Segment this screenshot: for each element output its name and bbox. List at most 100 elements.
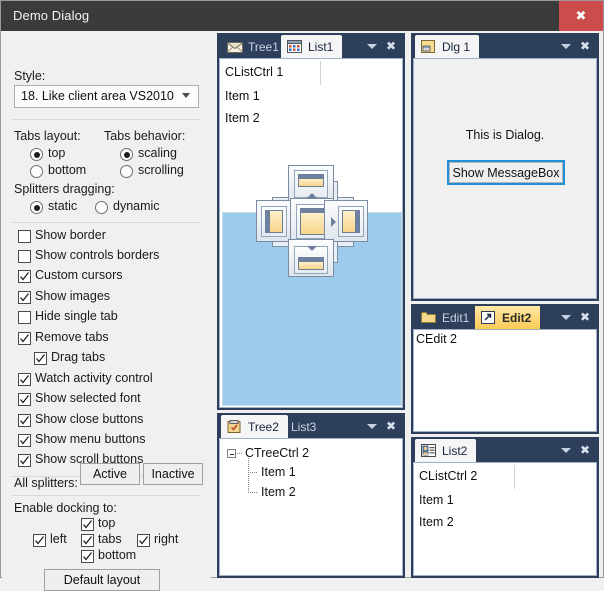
tab-strip-buttons: ✖ — [561, 309, 590, 325]
chevron-down-icon[interactable] — [561, 445, 571, 455]
tree-child-label[interactable]: Item 2 — [261, 485, 296, 499]
checkbox-show-controls-borders[interactable] — [18, 250, 31, 263]
divider — [12, 119, 201, 120]
panel-body-tree2: CTreeCtrl 2 Item 1 Item 2 — [219, 438, 403, 576]
radio-label-static: static — [48, 199, 78, 213]
checkbox-label-hide-single-tab: Hide single tab — [35, 309, 118, 323]
checkbox-dock-tabs[interactable] — [81, 534, 94, 547]
checkbox-watch-activity-control[interactable] — [18, 373, 31, 386]
close-icon[interactable]: ✖ — [580, 444, 590, 456]
checkbox-show-menu-buttons[interactable] — [18, 434, 31, 447]
style-label: Style: — [14, 69, 46, 83]
inactive-button[interactable]: Inactive — [143, 463, 203, 485]
checkbox-dock-top[interactable] — [81, 518, 94, 531]
dialog-text: This is Dialog. — [465, 128, 545, 142]
checkbox-show-scroll-buttons[interactable] — [18, 454, 31, 467]
demo-dialog-window: Demo Dialog ✖ Style: 18. Like client are… — [0, 0, 604, 591]
tab-tree1[interactable]: Tree1 — [221, 35, 288, 58]
tree-child-label[interactable]: Item 1 — [261, 465, 296, 479]
chevron-down-icon[interactable] — [367, 41, 377, 51]
tab-list3[interactable]: List3 — [285, 415, 325, 438]
tab-dlg1[interactable]: Dlg 1 — [415, 35, 480, 58]
tab-list2[interactable]: List2 — [415, 439, 477, 462]
checkbox-drag-tabs[interactable] — [34, 352, 47, 365]
checkbox-show-close-buttons[interactable] — [18, 414, 31, 427]
tab-strip-buttons: ✖ — [367, 418, 396, 434]
tab-edit2[interactable]: Edit2 — [475, 306, 541, 329]
dock-guide-bottom[interactable] — [288, 239, 334, 277]
tab-tree2[interactable]: Tree2 — [221, 415, 288, 438]
tab-strip: Tree2 List3 ✖ — [217, 413, 405, 438]
close-icon: ✖ — [575, 8, 587, 23]
checkbox-custom-cursors[interactable] — [18, 270, 31, 283]
radio-tabs-behavior-scaling[interactable] — [120, 148, 133, 161]
tab-strip: Dlg 1 ✖ — [411, 33, 599, 58]
shortcut-icon — [481, 310, 497, 325]
dock-guide-right[interactable] — [324, 200, 368, 242]
panel-body-edit2[interactable]: CEdit 2 — [413, 329, 597, 432]
radio-label-scaling: scaling — [138, 146, 177, 160]
checkbox-remove-tabs[interactable] — [18, 332, 31, 345]
checkbox-label-dock-tabs: tabs — [98, 532, 122, 546]
radio-splitters-dynamic[interactable] — [95, 201, 108, 214]
radio-splitters-static[interactable] — [30, 201, 43, 214]
checkbox-hide-single-tab[interactable] — [18, 311, 31, 324]
checkbox-show-selected-font[interactable] — [18, 393, 31, 406]
close-icon[interactable]: ✖ — [386, 420, 396, 432]
style-select[interactable]: 18. Like client area VS2010 — [14, 85, 199, 108]
list-item[interactable]: Item 2 — [225, 111, 260, 125]
checkbox-show-images[interactable] — [18, 291, 31, 304]
radio-label-dynamic: dynamic — [113, 199, 160, 213]
checkbox-label-dock-left: left — [50, 532, 67, 546]
window-close-button[interactable]: ✖ — [559, 1, 603, 31]
dock-guide-diamond — [256, 164, 368, 278]
checkbox-dock-left[interactable] — [33, 534, 46, 547]
show-messagebox-button-label: Show MessageBox — [449, 162, 563, 183]
active-button[interactable]: Active — [80, 463, 140, 485]
folder-icon — [421, 311, 437, 325]
chevron-down-icon — [182, 93, 191, 98]
tab-label-tree2: Tree2 — [248, 419, 279, 434]
checkbox-label-drag-tabs: Drag tabs — [51, 350, 106, 364]
checkbox-label-show-menu-buttons: Show menu buttons — [35, 432, 146, 446]
close-icon[interactable]: ✖ — [386, 40, 396, 52]
radio-tabs-layout-top[interactable] — [30, 148, 43, 161]
radio-tabs-behavior-scrolling[interactable] — [120, 165, 133, 178]
list-item[interactable]: Item 2 — [419, 515, 454, 529]
chevron-down-icon[interactable] — [561, 41, 571, 51]
tree-connector — [248, 472, 258, 473]
close-icon[interactable]: ✖ — [580, 40, 590, 52]
list-header: CListCtrl 1 — [225, 65, 284, 79]
panel-tree2-list3: Tree2 List3 ✖ CTreeCtrl 2 Item 1 Item 2 — [217, 413, 405, 578]
mail-icon — [227, 40, 243, 54]
checkbox-show-border[interactable] — [18, 230, 31, 243]
radio-tabs-layout-bottom[interactable] — [30, 165, 43, 178]
column-divider — [320, 61, 321, 85]
checkbox-dock-bottom[interactable] — [81, 550, 94, 563]
checkbox-label-dock-bottom: bottom — [98, 548, 137, 562]
list-item[interactable]: Item 1 — [225, 89, 260, 103]
tab-list1[interactable]: List1 — [281, 35, 343, 58]
tab-edit1[interactable]: Edit1 — [415, 306, 478, 329]
tab-strip-buttons: ✖ — [561, 38, 590, 54]
tree-connector — [248, 472, 249, 492]
checkbox-label-show-selected-font: Show selected font — [35, 391, 141, 405]
radio-label-top: top — [48, 146, 66, 160]
list-header: CListCtrl 2 — [419, 469, 478, 483]
tree-root-label[interactable]: CTreeCtrl 2 — [245, 446, 309, 460]
tree-connector — [237, 453, 243, 454]
show-messagebox-button[interactable]: Show MessageBox — [447, 160, 565, 185]
tree-collapse-toggle[interactable] — [227, 449, 236, 458]
tab-label-dlg1: Dlg 1 — [442, 39, 471, 54]
tab-label-edit2: Edit2 — [502, 310, 532, 325]
default-layout-button[interactable]: Default layout — [44, 569, 160, 591]
window-title: Demo Dialog — [13, 8, 90, 23]
chevron-down-icon[interactable] — [561, 312, 571, 322]
all-splitters-label: All splitters: — [14, 476, 78, 490]
checkbox-label-remove-tabs: Remove tabs — [35, 330, 109, 344]
close-icon[interactable]: ✖ — [580, 311, 590, 323]
chevron-down-icon[interactable] — [367, 421, 377, 431]
list-item[interactable]: Item 1 — [419, 493, 454, 507]
edit-content: CEdit 2 — [416, 332, 457, 346]
checkbox-dock-right[interactable] — [137, 534, 150, 547]
